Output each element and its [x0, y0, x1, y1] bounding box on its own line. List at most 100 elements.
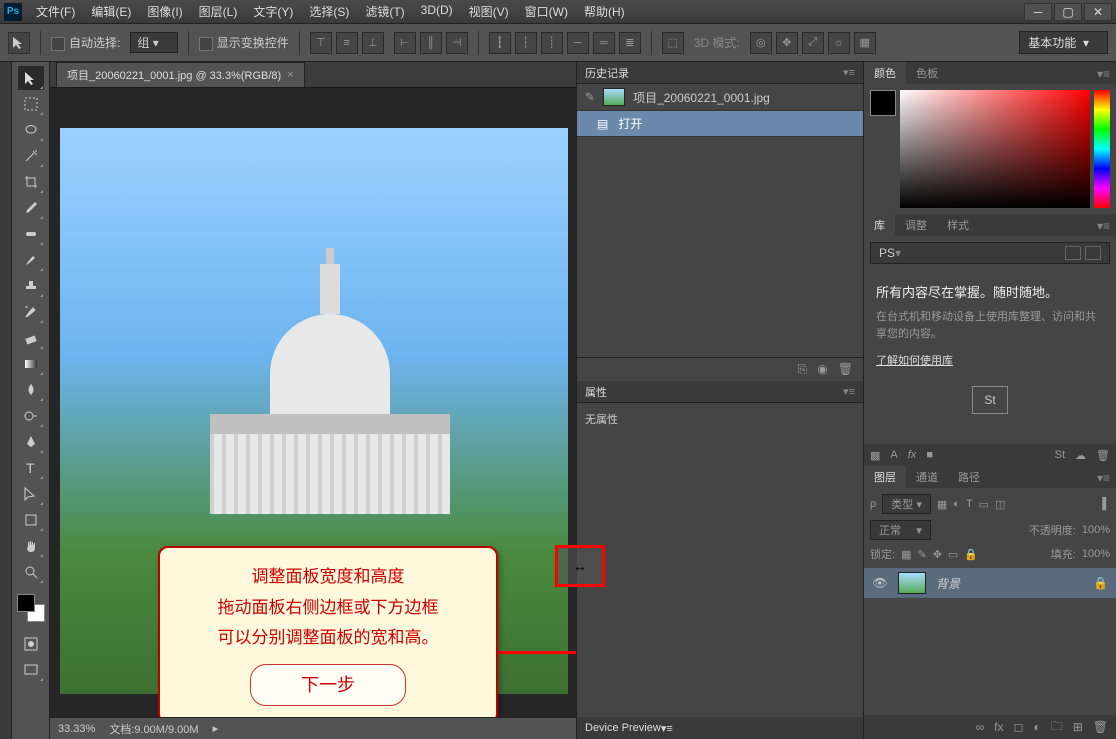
- lock-trans-icon[interactable]: ▦: [901, 548, 911, 561]
- lock-pos-icon[interactable]: ✥: [933, 548, 942, 561]
- minimize-button[interactable]: ─: [1024, 3, 1052, 21]
- align-left-icon[interactable]: ⊢: [394, 32, 416, 54]
- device-preview-header[interactable]: Device Preview▾≡: [577, 717, 863, 739]
- eyedropper-tool[interactable]: [18, 196, 44, 220]
- tab-styles[interactable]: 样式: [937, 214, 979, 236]
- menu-file[interactable]: 文件(F): [30, 1, 81, 22]
- align-vcenter-icon[interactable]: ≡: [336, 32, 358, 54]
- menu-filter[interactable]: 滤镜(T): [359, 1, 410, 22]
- tab-layers[interactable]: 图层: [864, 466, 906, 488]
- align-hcenter-icon[interactable]: ║: [420, 32, 442, 54]
- tab-swatches[interactable]: 色板: [906, 62, 948, 84]
- maximize-button[interactable]: ▢: [1054, 3, 1082, 21]
- menu-window[interactable]: 窗口(W): [519, 1, 574, 22]
- show-transform-checkbox[interactable]: 显示变换控件: [199, 34, 289, 51]
- panel-menu-icon[interactable]: ▾≡: [1091, 468, 1116, 488]
- close-button[interactable]: ✕: [1084, 3, 1112, 21]
- lock-all-icon[interactable]: 🔒: [964, 548, 978, 561]
- menu-type[interactable]: 文字(Y): [247, 1, 299, 22]
- align-top-icon[interactable]: ⊤: [310, 32, 332, 54]
- layer-name[interactable]: 背景: [936, 575, 960, 592]
- layer-mask-icon[interactable]: ◻: [1013, 720, 1023, 734]
- blend-mode-dropdown[interactable]: 正常 ▾: [870, 520, 931, 540]
- menu-select[interactable]: 选择(S): [303, 1, 355, 22]
- pan-icon[interactable]: ✥: [776, 32, 798, 54]
- foreground-color[interactable]: [17, 594, 35, 612]
- screenmode-tool[interactable]: [18, 658, 44, 682]
- color-field[interactable]: [900, 90, 1090, 208]
- layer-fx-icon[interactable]: fx: [994, 720, 1003, 734]
- blur-tool[interactable]: [18, 378, 44, 402]
- lock-paint-icon[interactable]: ✎: [917, 548, 926, 561]
- auto-select-dropdown[interactable]: 组 ▾: [130, 32, 177, 53]
- document-tab[interactable]: 项目_20060221_0001.jpg @ 33.3%(RGB/8)×: [56, 62, 305, 87]
- lock-artboard-icon[interactable]: ▭: [948, 548, 958, 561]
- dist-4-icon[interactable]: ─: [567, 32, 589, 54]
- dist-5-icon[interactable]: ═: [593, 32, 615, 54]
- swatch-icon[interactable]: ■: [926, 449, 933, 461]
- hue-slider[interactable]: [1094, 90, 1110, 208]
- gradient-tool[interactable]: [18, 352, 44, 376]
- filter-adjust-icon[interactable]: ◐: [953, 498, 960, 510]
- heal-tool[interactable]: [18, 222, 44, 246]
- layer-filter-dropdown[interactable]: 类型 ▾: [882, 494, 931, 514]
- tab-adjustments[interactable]: 调整: [895, 214, 937, 236]
- filter-pixel-icon[interactable]: ▦: [937, 498, 947, 511]
- history-state-open[interactable]: ▤ 打开: [577, 110, 863, 137]
- dolly-icon[interactable]: ⤢: [802, 32, 824, 54]
- menu-edit[interactable]: 编辑(E): [85, 1, 137, 22]
- crop-tool[interactable]: [18, 170, 44, 194]
- marquee-tool[interactable]: [18, 92, 44, 116]
- zoom-level[interactable]: 33.33%: [58, 723, 95, 735]
- menu-image[interactable]: 图像(I): [141, 1, 188, 22]
- filter-type-icon[interactable]: T: [966, 498, 973, 510]
- tab-paths[interactable]: 路径: [948, 466, 990, 488]
- fill-value[interactable]: 100%: [1082, 548, 1110, 560]
- zoom-tool[interactable]: [18, 560, 44, 584]
- cloud-icon[interactable]: ☁: [1075, 449, 1086, 462]
- orbit-icon[interactable]: ◎: [750, 32, 772, 54]
- history-brush-tool[interactable]: [18, 300, 44, 324]
- group-icon[interactable]: 🗀: [1051, 717, 1063, 738]
- close-tab-icon[interactable]: ×: [287, 69, 293, 81]
- hand-tool[interactable]: [18, 534, 44, 558]
- delete-layer-icon[interactable]: 🗑: [1093, 720, 1108, 734]
- panel-menu-icon[interactable]: ▾≡: [661, 722, 673, 735]
- locked-icon[interactable]: 🔒: [1093, 576, 1108, 590]
- dist-1-icon[interactable]: ┇: [489, 32, 511, 54]
- new-layer-icon[interactable]: ⊞: [1073, 720, 1083, 734]
- tutorial-next-button[interactable]: 下一步: [250, 664, 406, 706]
- menu-3d[interactable]: 3D(D): [415, 1, 459, 22]
- link-layers-icon[interactable]: ∞: [976, 720, 985, 734]
- move-tool[interactable]: [18, 66, 44, 90]
- eraser-tool[interactable]: [18, 326, 44, 350]
- status-caret-icon[interactable]: ▸: [213, 722, 219, 735]
- menu-help[interactable]: 帮助(H): [578, 1, 631, 22]
- opacity-value[interactable]: 100%: [1082, 524, 1110, 536]
- dist-2-icon[interactable]: ┆: [515, 32, 537, 54]
- mask-icon[interactable]: ▩: [870, 449, 880, 462]
- tab-color[interactable]: 颜色: [864, 62, 906, 84]
- dodge-tool[interactable]: [18, 404, 44, 428]
- mesh-icon[interactable]: ▦: [854, 32, 876, 54]
- new-doc-from-state-icon[interactable]: ⎘: [798, 362, 808, 377]
- layer-background[interactable]: 👁 背景 🔒: [864, 568, 1116, 598]
- stock2-icon[interactable]: St: [1055, 449, 1065, 461]
- doc-info[interactable]: 文档:9.00M/9.00M: [109, 721, 198, 737]
- light-icon[interactable]: ☼: [828, 32, 850, 54]
- properties-panel-header[interactable]: 属性▾≡: [577, 381, 863, 403]
- stamp-tool[interactable]: [18, 274, 44, 298]
- panel-menu-icon[interactable]: ▾≡: [843, 66, 855, 79]
- filter-smart-icon[interactable]: ◫: [995, 498, 1005, 511]
- history-panel-header[interactable]: 历史记录▾≡: [577, 62, 863, 84]
- lasso-tool[interactable]: [18, 118, 44, 142]
- history-source-row[interactable]: ✎ 项目_20060221_0001.jpg: [577, 84, 863, 110]
- panel-collapse-strip-left[interactable]: [0, 62, 12, 739]
- panel-menu-icon[interactable]: ▾≡: [1091, 64, 1116, 84]
- wand-tool[interactable]: [18, 144, 44, 168]
- fx-icon[interactable]: fx: [908, 449, 917, 461]
- menu-view[interactable]: 视图(V): [463, 1, 515, 22]
- align-bottom-icon[interactable]: ⊥: [362, 32, 384, 54]
- current-tool-icon[interactable]: [8, 32, 30, 54]
- library-learn-link[interactable]: 了解如何使用库: [876, 352, 953, 368]
